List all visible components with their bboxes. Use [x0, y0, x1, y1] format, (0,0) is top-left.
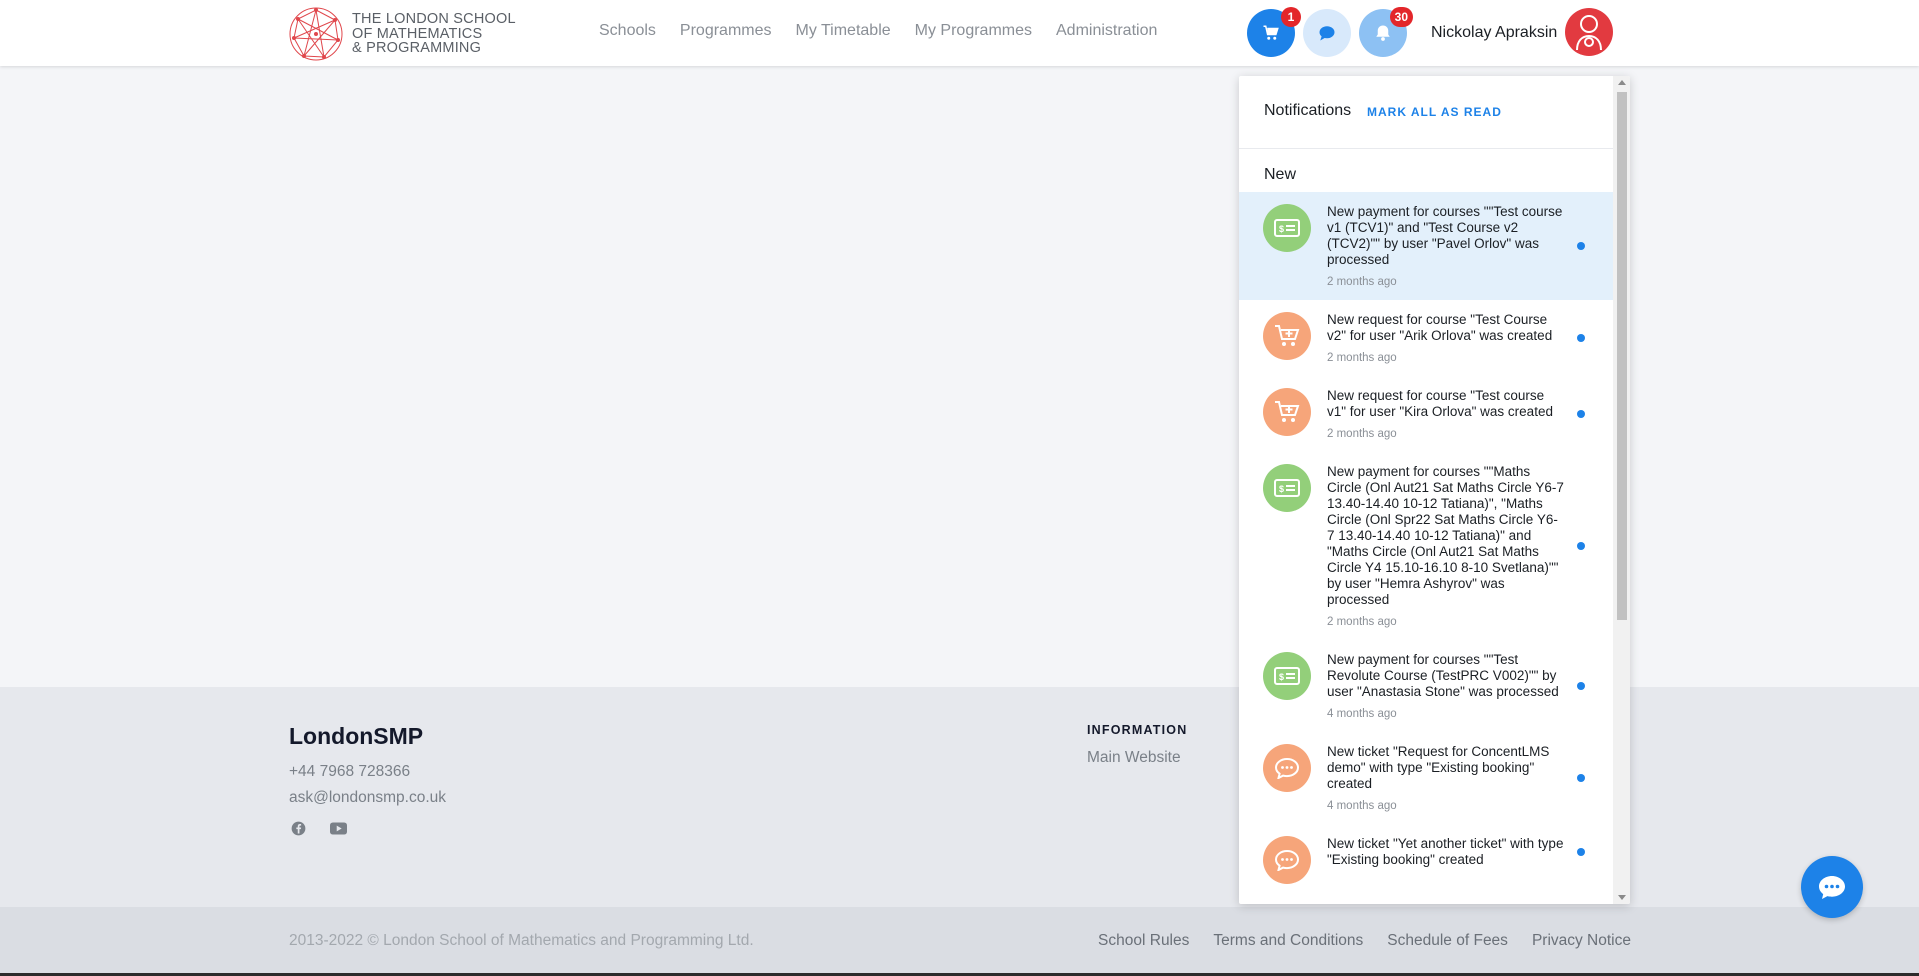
- nav-schools[interactable]: Schools: [599, 22, 656, 40]
- footer-email[interactable]: ask@londonsmp.co.uk: [289, 789, 446, 807]
- footer-phone[interactable]: +44 7968 728366: [289, 763, 410, 781]
- payment-icon: $: [1263, 464, 1311, 512]
- notification-body: New payment for courses ""Maths Circle (…: [1327, 464, 1565, 628]
- live-chat-button[interactable]: [1801, 856, 1863, 918]
- notification-text: New ticket "Request for ConcentLMS demo"…: [1327, 744, 1550, 791]
- unread-dot[interactable]: [1577, 774, 1585, 782]
- notification-time: 2 months ago: [1327, 428, 1397, 440]
- svg-text:$: $: [1279, 484, 1284, 494]
- notification-item[interactable]: New request for course "Test Course v2" …: [1239, 300, 1613, 376]
- logo-globe-icon: [289, 7, 343, 61]
- school-rules-link[interactable]: School Rules: [1098, 932, 1189, 950]
- nav-my-programmes[interactable]: My Programmes: [915, 22, 1032, 40]
- logo-text: THE LONDON SCHOOL OF MATHEMATICS & PROGR…: [352, 12, 516, 56]
- mark-all-read-button[interactable]: MARK ALL AS READ: [1367, 105, 1502, 119]
- youtube-icon[interactable]: [329, 819, 347, 837]
- notification-body: New payment for courses ""Test Revolute …: [1327, 652, 1565, 720]
- bottom-bar: 2013-2022 © London School of Mathematics…: [0, 907, 1919, 973]
- notification-text: New payment for courses ""Maths Circle (…: [1327, 464, 1564, 607]
- logo-line: & PROGRAMMING: [352, 40, 482, 57]
- notification-item[interactable]: $ New payment for courses ""Test course v…: [1239, 192, 1613, 300]
- top-header: THE LONDON SCHOOL OF MATHEMATICS & PROGR…: [0, 0, 1919, 66]
- unread-dot[interactable]: [1577, 542, 1585, 550]
- footer-info-heading: INFORMATION: [1087, 723, 1188, 737]
- notification-item[interactable]: $ New payment for courses ""Maths Circle …: [1239, 452, 1613, 640]
- notifications-panel: Notifications MARK ALL AS READ New $ New …: [1239, 76, 1630, 904]
- notification-body: New request for course "Test course v1" …: [1327, 388, 1565, 440]
- unread-dot[interactable]: [1577, 410, 1585, 418]
- nav-programmes[interactable]: Programmes: [680, 22, 772, 40]
- ticket-icon: [1263, 744, 1311, 792]
- new-section-label: New: [1264, 166, 1297, 183]
- notification-text: New payment for courses ""Test Revolute …: [1327, 652, 1559, 699]
- notifications-button[interactable]: 30: [1359, 7, 1413, 57]
- svg-text:$: $: [1279, 224, 1284, 234]
- unread-dot[interactable]: [1577, 682, 1585, 690]
- cart-button[interactable]: 1: [1247, 7, 1301, 57]
- notification-time: 2 months ago: [1327, 352, 1397, 364]
- chat-bubble-icon: [1319, 26, 1335, 41]
- notification-item[interactable]: New ticket "Request for ConcentLMS demo"…: [1239, 732, 1613, 824]
- cart-icon: [1263, 25, 1279, 40]
- notification-body: New request for course "Test Course v2" …: [1327, 312, 1565, 364]
- ticket-icon: [1263, 836, 1311, 884]
- copyright: 2013-2022 © London School of Mathematics…: [289, 932, 754, 949]
- notifications-scrollbar[interactable]: [1613, 76, 1630, 904]
- notification-time: 4 months ago: [1327, 800, 1397, 812]
- notifications-header: Notifications MARK ALL AS READ: [1239, 76, 1630, 149]
- payment-icon: $: [1263, 204, 1311, 252]
- svg-text:$: $: [1279, 672, 1284, 682]
- notification-item[interactable]: New ticket "Yet another ticket" with typ…: [1239, 824, 1613, 884]
- bell-icon: [1376, 25, 1390, 41]
- cart-add-icon: [1263, 388, 1311, 436]
- unread-dot[interactable]: [1577, 242, 1585, 250]
- privacy-notice-link[interactable]: Privacy Notice: [1532, 932, 1631, 950]
- cart-count-badge: 1: [1281, 7, 1301, 27]
- nav-my-timetable[interactable]: My Timetable: [796, 22, 891, 40]
- schedule-of-fees-link[interactable]: Schedule of Fees: [1387, 932, 1508, 950]
- notification-text: New payment for courses ""Test course v1…: [1327, 204, 1563, 267]
- notifications-title: Notifications: [1264, 102, 1352, 119]
- avatar[interactable]: [1565, 8, 1613, 56]
- cart-add-icon: [1263, 312, 1311, 360]
- notifications-count-badge: 30: [1389, 7, 1413, 27]
- user-avatar-icon: [1576, 15, 1602, 51]
- footer-brand: LondonSMP: [289, 723, 424, 749]
- chat-dots-icon: [1819, 876, 1845, 899]
- notification-body: New ticket "Request for ConcentLMS demo"…: [1327, 744, 1565, 812]
- notification-item[interactable]: New request for course "Test course v1" …: [1239, 376, 1613, 452]
- scroll-up-arrow-icon[interactable]: [1618, 80, 1626, 85]
- messages-button[interactable]: [1303, 9, 1351, 57]
- bottom-links: School Rules Terms and Conditions Schedu…: [1098, 932, 1631, 950]
- school-logo[interactable]: THE LONDON SCHOOL OF MATHEMATICS & PROGR…: [288, 6, 516, 62]
- footer: LondonSMP +44 7968 728366 ask@londonsmp.…: [0, 687, 1919, 907]
- notification-text: New request for course "Test course v1" …: [1327, 388, 1553, 419]
- unread-dot[interactable]: [1577, 334, 1585, 342]
- notification-item[interactable]: $ New payment for courses ""Test Revolute…: [1239, 640, 1613, 732]
- footer-main-website-link[interactable]: Main Website: [1087, 749, 1181, 767]
- notification-time: 2 months ago: [1327, 276, 1397, 288]
- logo-line: THE LONDON SCHOOL: [352, 11, 516, 28]
- payment-icon: $: [1263, 652, 1311, 700]
- terms-link[interactable]: Terms and Conditions: [1213, 932, 1363, 950]
- nav-administration[interactable]: Administration: [1056, 22, 1157, 40]
- notifications-list: $ New payment for courses ""Test course v…: [1239, 192, 1613, 884]
- notification-text: New ticket "Yet another ticket" with typ…: [1327, 836, 1564, 867]
- scroll-down-arrow-icon[interactable]: [1618, 895, 1626, 900]
- main-nav: Schools Programmes My Timetable My Progr…: [599, 22, 1157, 40]
- facebook-icon[interactable]: [289, 819, 307, 837]
- notification-body: New ticket "Yet another ticket" with typ…: [1327, 836, 1565, 868]
- user-name[interactable]: Nickolay Apraksin: [1431, 24, 1557, 42]
- scroll-thumb[interactable]: [1617, 92, 1627, 620]
- notification-text: New request for course "Test Course v2" …: [1327, 312, 1553, 343]
- unread-dot[interactable]: [1577, 848, 1585, 856]
- logo-line: OF MATHEMATICS: [352, 25, 483, 42]
- notification-body: New payment for courses ""Test course v1…: [1327, 204, 1565, 288]
- notification-time: 4 months ago: [1327, 708, 1397, 720]
- notification-time: 2 months ago: [1327, 616, 1397, 628]
